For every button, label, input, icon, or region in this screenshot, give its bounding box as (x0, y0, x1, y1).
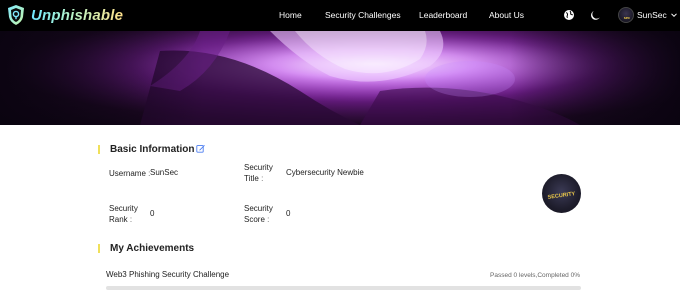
basic-information-title: Basic Information (110, 144, 195, 155)
svg-text:SEC: SEC (624, 16, 631, 20)
security-badge: SECURITY (542, 174, 581, 213)
security-score-label-line1: Security (244, 204, 273, 213)
security-rank-value: 0 (150, 209, 155, 218)
security-rank-label-line1: Security (109, 204, 138, 213)
nav-home[interactable]: Home (279, 10, 302, 20)
challenge-name[interactable]: Web3 Phishing Security Challenge (106, 270, 229, 279)
username-label: Username : (109, 168, 150, 179)
security-title-label: Security Title : (244, 162, 273, 184)
my-achievements-title: My Achievements (110, 243, 195, 254)
username-label-text: Username (109, 169, 146, 178)
security-score-label-line2: Score (244, 215, 265, 224)
edit-icon[interactable] (196, 144, 205, 153)
user-name: SunSec (637, 10, 667, 20)
top-navbar: Unphishable Home Security Challenges Lea… (0, 0, 680, 31)
badge-label: SECURITY (547, 191, 576, 201)
banner-artwork (0, 31, 680, 125)
security-title-value: Cybersecurity Newbie (286, 168, 364, 177)
section-accent-bar (98, 145, 100, 154)
brand-name: Unphishable (31, 6, 124, 24)
security-score-colon: : (267, 215, 270, 224)
nav-security-challenges[interactable]: Security Challenges (325, 10, 401, 20)
avatar: SEC (618, 7, 634, 23)
nav-leaderboard[interactable]: Leaderboard (419, 10, 467, 20)
globe-icon[interactable] (563, 9, 575, 21)
chevron-down-icon (670, 13, 677, 18)
security-title-label-line1: Security (244, 163, 273, 172)
security-score-value: 0 (286, 209, 291, 218)
profile-banner (0, 31, 680, 125)
security-rank-label: Security Rank : (109, 203, 138, 225)
brand-logo[interactable]: Unphishable (7, 4, 123, 26)
nav-about-us[interactable]: About Us (489, 10, 524, 20)
security-score-label: Security Score : (244, 203, 273, 225)
security-title-label-line2: Title (244, 174, 259, 183)
security-rank-colon: : (129, 215, 133, 224)
shield-icon (8, 5, 24, 25)
security-rank-label-line2: Rank (109, 215, 128, 224)
challenge-progress-bar (106, 286, 581, 290)
section-accent-bar (98, 244, 100, 253)
moon-icon[interactable] (590, 9, 602, 21)
user-menu[interactable]: SEC SunSec (618, 7, 678, 23)
username-value: SunSec (150, 168, 179, 177)
challenge-status: Passed 0 levels,Completed 0% (490, 272, 580, 279)
security-title-colon: : (261, 174, 264, 183)
